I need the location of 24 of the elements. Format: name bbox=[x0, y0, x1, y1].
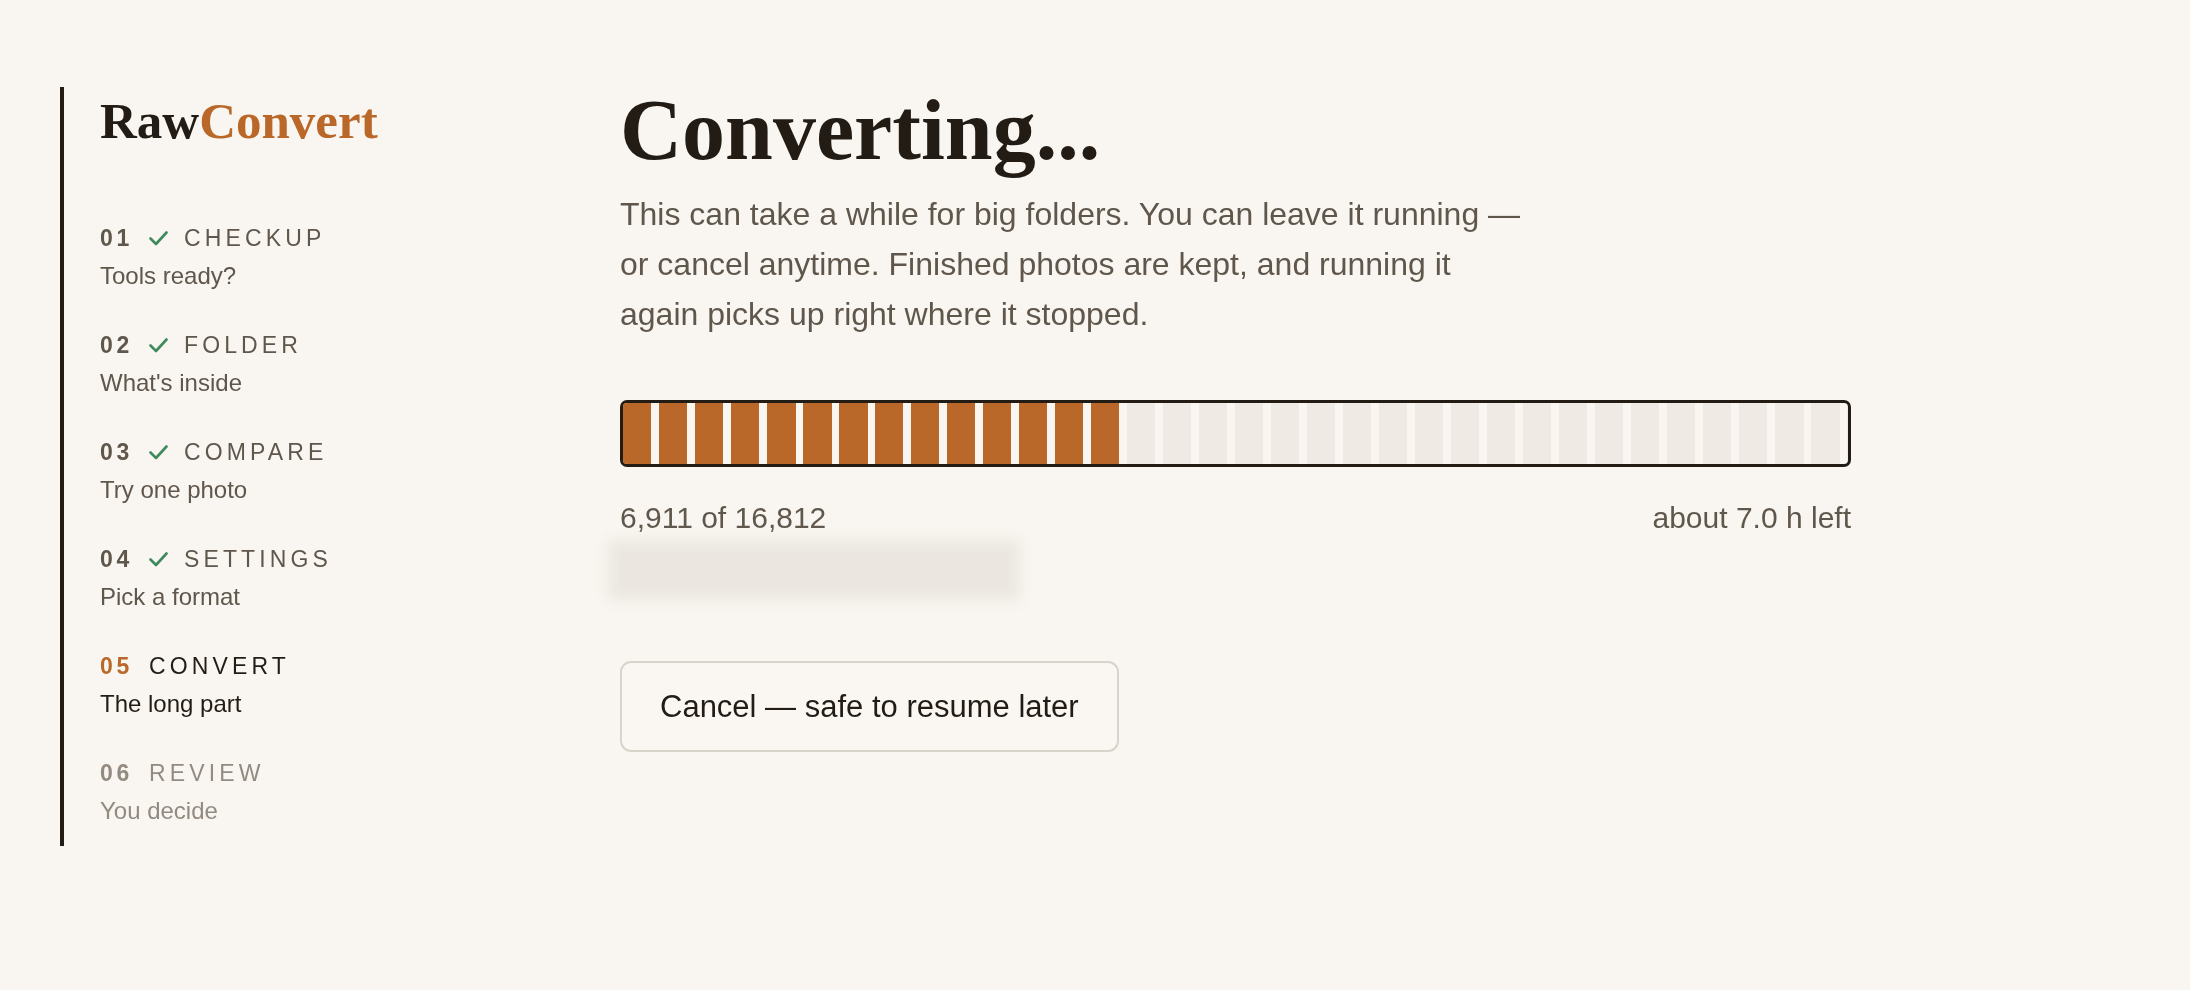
step-subtitle: Tools ready? bbox=[100, 261, 237, 291]
page-title: Converting... bbox=[620, 81, 1101, 180]
step-title: FOLDER bbox=[183, 331, 303, 360]
step-number: 03 bbox=[100, 438, 133, 467]
step-title: SETTINGS bbox=[183, 545, 333, 574]
step-number: 06 bbox=[100, 759, 133, 788]
app-logo: RawConvert bbox=[100, 92, 378, 151]
step-title: CONVERT bbox=[148, 652, 290, 681]
description-text: This can take a while for big folders. You can leave it running — or cancel anytime. Finished photos are kept, and running it again picks up right where it stopped. bbox=[620, 195, 1522, 334]
step-title: REVIEW bbox=[148, 759, 265, 788]
step-number: 02 bbox=[100, 331, 133, 360]
step-subtitle: Try one photo bbox=[100, 475, 248, 505]
step-number: 05 bbox=[100, 652, 133, 681]
progress-count: 6,911 of 16,812 bbox=[620, 500, 827, 536]
step-subtitle: What's inside bbox=[100, 368, 242, 398]
step-subtitle: The long part bbox=[100, 689, 242, 719]
step-number: 01 bbox=[100, 224, 133, 253]
step-title: COMPARE bbox=[183, 438, 328, 467]
step-number: 04 bbox=[100, 545, 133, 574]
cancel-button[interactable]: Cancel — safe to resume later bbox=[620, 661, 1119, 752]
time-remaining: about 7.0 h left bbox=[1652, 500, 1851, 536]
step-subtitle: Pick a format bbox=[100, 582, 241, 612]
step-title: CHECKUP bbox=[183, 224, 326, 253]
step-subtitle: You decide bbox=[100, 796, 218, 826]
